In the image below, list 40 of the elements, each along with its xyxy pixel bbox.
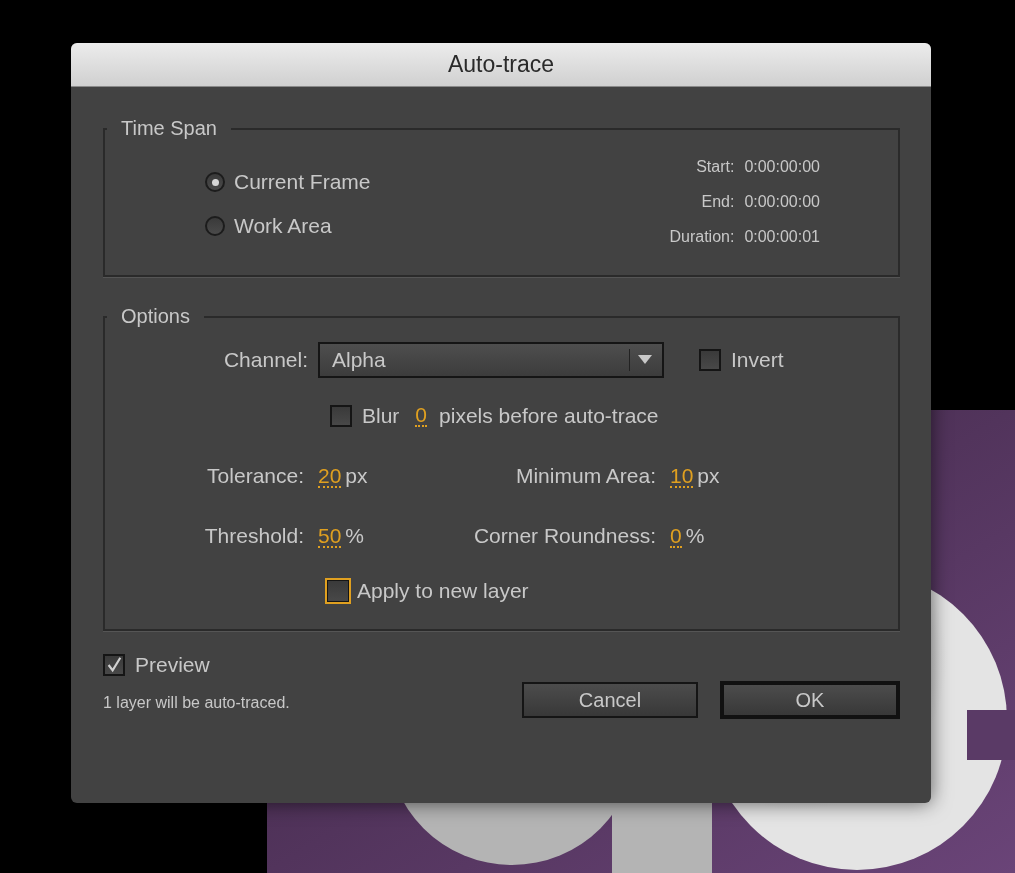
param-label: Corner Roundness: bbox=[472, 524, 657, 548]
radio-button[interactable] bbox=[205, 216, 225, 236]
value-field[interactable]: 0 bbox=[415, 405, 428, 427]
checkbox[interactable] bbox=[330, 405, 352, 427]
info-label: End: bbox=[700, 193, 735, 211]
param-label: Tolerance: bbox=[206, 464, 305, 488]
param-label: Threshold: bbox=[203, 524, 305, 548]
value-field[interactable]: 20 bbox=[318, 466, 342, 488]
checkbox[interactable] bbox=[103, 654, 125, 676]
info-value: 0:00:00:00 bbox=[744, 193, 820, 211]
unit-label: % bbox=[345, 524, 365, 548]
unit-label: px bbox=[345, 464, 368, 488]
info-label: Duration: bbox=[669, 228, 735, 246]
caret-icon bbox=[638, 355, 652, 365]
info-value: 0:00:00:01 bbox=[744, 228, 820, 246]
checkbox-label: Invert bbox=[731, 348, 784, 372]
radio-label: Current Frame bbox=[234, 170, 371, 194]
channel-label: Channel: bbox=[222, 348, 309, 372]
dialog-button[interactable]: OK bbox=[720, 681, 900, 719]
info-label: Start: bbox=[695, 158, 735, 176]
blur-suffix-label: pixels before auto-trace bbox=[439, 404, 659, 428]
checkbox-label: Preview bbox=[135, 653, 210, 677]
window-title: Auto-trace bbox=[447, 51, 555, 78]
param-label: Minimum Area: bbox=[514, 464, 657, 488]
group-title: Time Span bbox=[120, 117, 218, 140]
radio-label: Work Area bbox=[234, 214, 332, 238]
value-field[interactable]: 50 bbox=[318, 526, 342, 548]
radio-button[interactable] bbox=[205, 172, 225, 192]
checkbox-label: Blur bbox=[362, 404, 400, 428]
channel-dropdown[interactable]: Alpha bbox=[318, 342, 664, 378]
value-field[interactable]: 10 bbox=[670, 466, 694, 488]
unit-label: px bbox=[697, 464, 720, 488]
unit-label: % bbox=[685, 524, 705, 548]
checkbox-label: Apply to new layer bbox=[357, 579, 529, 603]
info-value: 0:00:00:00 bbox=[744, 158, 820, 176]
group-title: Options bbox=[120, 305, 191, 328]
status-text: 1 layer will be auto-traced. bbox=[103, 693, 291, 712]
value-field[interactable]: 0 bbox=[670, 526, 682, 548]
dialog-button[interactable]: Cancel bbox=[522, 682, 698, 718]
checkbox[interactable] bbox=[699, 349, 721, 371]
